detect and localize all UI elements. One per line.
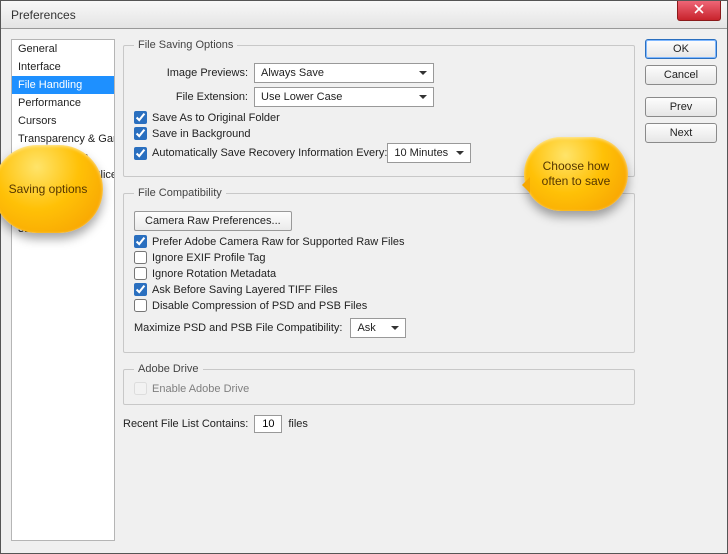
select-value: 10 Minutes: [394, 144, 448, 162]
ok-button[interactable]: OK: [645, 39, 717, 59]
preferences-window: Preferences General Interface File Handl…: [0, 0, 728, 554]
sidebar-item-label: Cursors: [18, 115, 57, 127]
group-legend: File Compatibility: [134, 187, 226, 199]
title-bar: Preferences: [1, 1, 727, 29]
image-previews-label: Image Previews:: [134, 67, 254, 79]
file-extension-select[interactable]: Use Lower Case: [254, 87, 434, 107]
file-compatibility-group: File Compatibility Camera Raw Preference…: [123, 187, 635, 353]
group-legend: Adobe Drive: [134, 363, 203, 375]
checkbox-input[interactable]: [134, 111, 147, 124]
checkbox-input[interactable]: [134, 299, 147, 312]
recent-label-post: files: [288, 418, 308, 430]
prefer-adobe-raw-checkbox[interactable]: Prefer Adobe Camera Raw for Supported Ra…: [134, 235, 624, 248]
cancel-button[interactable]: Cancel: [645, 65, 717, 85]
annotation-autosave: Choose how often to save: [524, 137, 628, 211]
sidebar-item-label: General: [18, 43, 57, 55]
checkbox-label: Save in Background: [152, 128, 250, 140]
sidebar-item-label: Performance: [18, 97, 81, 109]
sidebar-item-performance[interactable]: Performance: [12, 94, 114, 112]
checkbox-input[interactable]: [134, 267, 147, 280]
annotation-saving-options: Saving options: [0, 145, 103, 233]
annotation-text: Saving options: [9, 182, 88, 196]
adobe-drive-group: Adobe Drive Enable Adobe Drive: [123, 363, 635, 405]
max-compat-select[interactable]: Ask: [350, 318, 406, 338]
checkbox-label: Save As to Original Folder: [152, 112, 280, 124]
checkbox-label: Ask Before Saving Layered TIFF Files: [152, 284, 338, 296]
ignore-exif-checkbox[interactable]: Ignore EXIF Profile Tag: [134, 251, 624, 264]
client-area: General Interface File Handling Performa…: [1, 29, 727, 553]
checkbox-label: Disable Compression of PSD and PSB Files: [152, 300, 367, 312]
autosave-checkbox[interactable]: [134, 147, 147, 160]
camera-raw-prefs-button[interactable]: Camera Raw Preferences...: [134, 211, 292, 231]
enable-adobe-drive-checkbox: Enable Adobe Drive: [134, 382, 624, 395]
checkbox-input[interactable]: [134, 235, 147, 248]
sidebar-item-label: Transparency & Gamut: [18, 133, 114, 145]
category-sidebar: General Interface File Handling Performa…: [11, 39, 115, 541]
sidebar-item-label: Interface: [18, 61, 61, 73]
main-panel: File Saving Options Image Previews: Alwa…: [123, 39, 635, 541]
sidebar-item-cursors[interactable]: Cursors: [12, 112, 114, 130]
window-close-button[interactable]: [677, 1, 721, 21]
checkbox-input[interactable]: [134, 283, 147, 296]
select-value: Ask: [357, 319, 375, 337]
sidebar-item-interface[interactable]: Interface: [12, 58, 114, 76]
recent-count-input[interactable]: [254, 415, 282, 433]
autosave-interval-select[interactable]: 10 Minutes: [387, 143, 471, 163]
next-button[interactable]: Next: [645, 123, 717, 143]
file-extension-label: File Extension:: [134, 91, 254, 103]
checkbox-label: Automatically Save Recovery Information …: [152, 147, 387, 159]
window-title: Preferences: [11, 8, 76, 22]
save-as-original-checkbox[interactable]: Save As to Original Folder: [134, 111, 624, 124]
checkbox-label: Ignore EXIF Profile Tag: [152, 252, 266, 264]
checkbox-input[interactable]: [134, 127, 147, 140]
prev-button[interactable]: Prev: [645, 97, 717, 117]
checkbox-input[interactable]: [134, 251, 147, 264]
group-legend: File Saving Options: [134, 39, 237, 51]
select-value: Always Save: [261, 64, 324, 82]
sidebar-item-general[interactable]: General: [12, 40, 114, 58]
sidebar-item-file-handling[interactable]: File Handling: [12, 76, 114, 94]
recent-files-row: Recent File List Contains: files: [123, 415, 635, 433]
dialog-buttons: OK Cancel Prev Next: [645, 39, 717, 149]
max-compat-label: Maximize PSD and PSB File Compatibility:: [134, 322, 342, 334]
disable-compression-checkbox[interactable]: Disable Compression of PSD and PSB Files: [134, 299, 624, 312]
recent-label-pre: Recent File List Contains:: [123, 418, 248, 430]
checkbox-label: Prefer Adobe Camera Raw for Supported Ra…: [152, 236, 405, 248]
checkbox-label: Enable Adobe Drive: [152, 383, 249, 395]
ask-tiff-checkbox[interactable]: Ask Before Saving Layered TIFF Files: [134, 283, 624, 296]
annotation-text: Choose how often to save: [536, 159, 616, 189]
checkbox-label: Ignore Rotation Metadata: [152, 268, 276, 280]
file-saving-options-group: File Saving Options Image Previews: Alwa…: [123, 39, 635, 177]
select-value: Use Lower Case: [261, 88, 342, 106]
sidebar-item-label: File Handling: [18, 79, 82, 91]
close-icon: [694, 4, 704, 14]
image-previews-select[interactable]: Always Save: [254, 63, 434, 83]
ignore-rotation-checkbox[interactable]: Ignore Rotation Metadata: [134, 267, 624, 280]
checkbox-input: [134, 382, 147, 395]
